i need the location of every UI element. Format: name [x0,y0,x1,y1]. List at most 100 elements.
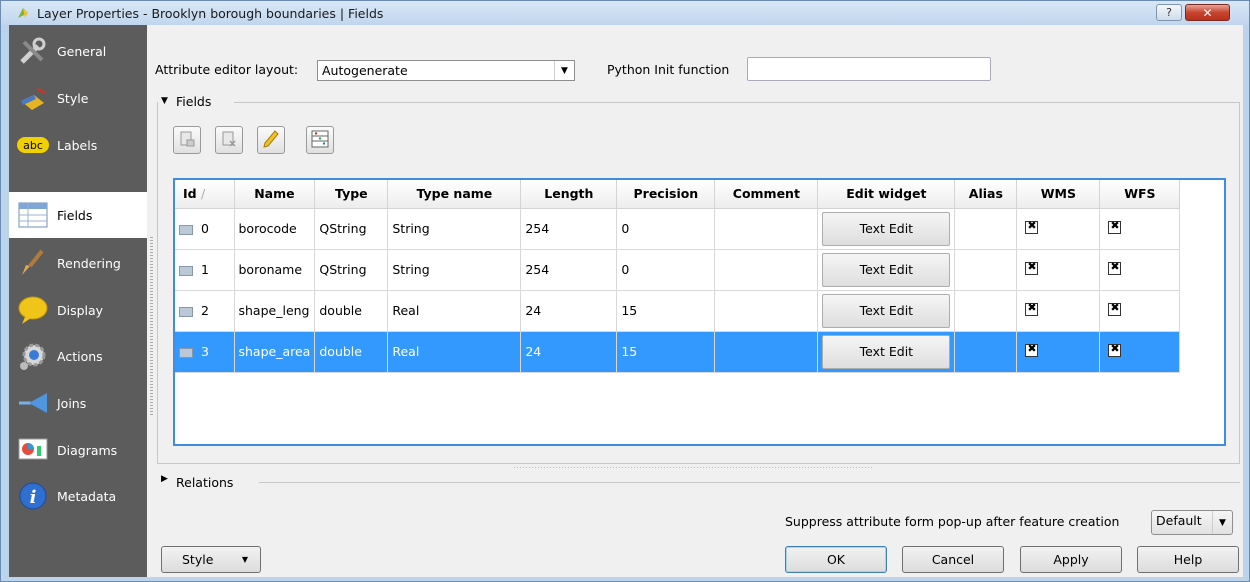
table-row[interactable]: 1 boroname QString String 254 0 Text Edi… [175,249,1181,291]
column-header-length[interactable]: Length [520,180,618,209]
row-length-cell[interactable]: 24 [520,331,618,373]
sidebar-item-metadata[interactable]: i Metadata [9,473,147,519]
row-name-cell[interactable]: boroname [234,249,316,291]
attribute-editor-layout-combo[interactable]: Autogenerate ▼ [317,60,575,81]
row-name-cell[interactable]: borocode [234,208,316,250]
row-type-cell[interactable]: double [314,290,389,332]
help-title-button[interactable]: ? [1156,4,1182,21]
sidebar-item-diagrams[interactable]: Diagrams [9,427,147,473]
suppress-popup-value: Default [1156,513,1202,528]
svg-text:abc: abc [23,139,43,152]
table-header-row: Id / Name Type Type name Length Precisio… [175,180,1181,209]
row-edit-widget-cell: Text Edit [817,208,956,250]
column-header-type[interactable]: Type [314,180,389,209]
row-type-cell[interactable]: QString [314,208,389,250]
ok-button[interactable]: OK [785,546,887,573]
table-row[interactable]: 0 borocode QString String 254 0 Text Edi… [175,208,1181,250]
edit-widget-button[interactable]: Text Edit [822,293,951,328]
row-type-cell[interactable]: QString [314,249,389,291]
metadata-icon: i [15,478,51,514]
sidebar-item-fields[interactable]: Fields [9,192,147,238]
cancel-button[interactable]: Cancel [902,546,1004,573]
row-type-name-cell[interactable]: Real [387,331,522,373]
row-type-name-cell[interactable]: String [387,208,522,250]
wfs-checkbox[interactable] [1108,342,1122,357]
row-wfs-cell [1099,249,1181,291]
row-type-name-cell[interactable]: String [387,249,522,291]
sidebar-item-style[interactable]: Style [9,75,147,121]
row-length-cell[interactable]: 24 [520,290,618,332]
column-header-comment[interactable]: Comment [714,180,819,209]
row-comment-cell[interactable] [714,208,819,250]
sidebar-item-display[interactable]: Display [9,287,147,333]
wfs-checkbox[interactable] [1108,219,1122,234]
column-header-id-label: Id [183,186,197,202]
sidebar-item-label: Actions [57,348,103,364]
sidebar-item-rendering[interactable]: Rendering [9,240,147,286]
help-button[interactable]: Help [1137,546,1239,573]
apply-button[interactable]: Apply [1020,546,1122,573]
suppress-popup-combo[interactable]: Default ▼ [1151,510,1233,535]
column-header-alias[interactable]: Alias [954,180,1018,209]
row-type-cell[interactable]: double [314,331,389,373]
row-name-cell[interactable]: shape_leng [234,290,316,332]
sidebar-item-actions[interactable]: Actions [9,333,147,379]
row-comment-cell[interactable] [714,249,819,291]
column-header-wfs[interactable]: WFS [1099,180,1181,209]
row-comment-cell[interactable] [714,290,819,332]
row-precision-cell[interactable]: 0 [616,208,716,250]
table-row[interactable]: 2 shape_leng double Real 24 15 Text Edit [175,290,1181,332]
edit-widget-button[interactable]: Text Edit [822,211,951,246]
splitter-handle[interactable] [514,467,874,468]
delete-field-icon [221,131,237,150]
wms-checkbox[interactable] [1025,219,1039,234]
pencil-icon [263,129,279,151]
sidebar-splitter-handle[interactable] [150,235,153,415]
diagrams-icon [15,432,51,468]
row-precision-cell[interactable]: 15 [616,290,716,332]
column-header-id[interactable]: Id / [175,180,235,209]
wms-checkbox[interactable] [1025,342,1039,357]
relations-expand-arrow-icon[interactable]: ▶ [161,474,168,484]
sidebar-item-label: Rendering [57,255,121,271]
style-menu-button[interactable]: Style ▼ [161,546,261,573]
svg-text:i: i [30,487,37,508]
field-calculator-button[interactable] [306,126,334,154]
sidebar-item-label: Metadata [57,488,117,504]
row-type-name-cell[interactable]: Real [387,290,522,332]
toggle-editing-button[interactable] [257,126,285,154]
sidebar-item-joins[interactable]: Joins [9,380,147,426]
column-header-precision[interactable]: Precision [616,180,716,209]
row-comment-cell[interactable] [714,331,819,373]
field-icon [179,224,193,235]
column-header-edit-widget[interactable]: Edit widget [817,180,956,209]
close-button[interactable]: ✕ [1185,4,1230,21]
edit-widget-button[interactable]: Text Edit [822,252,951,287]
wms-checkbox[interactable] [1025,260,1039,275]
row-length-cell[interactable]: 254 [520,208,618,250]
row-alias-cell[interactable] [954,290,1018,332]
delete-field-button[interactable] [215,126,243,154]
row-alias-cell[interactable] [954,208,1018,250]
wfs-checkbox[interactable] [1108,260,1122,275]
wfs-checkbox[interactable] [1108,301,1122,316]
row-length-cell[interactable]: 254 [520,249,618,291]
column-header-wms[interactable]: WMS [1016,180,1101,209]
sidebar: General Style abc Labels Fields Renderin… [9,25,147,577]
column-header-name[interactable]: Name [234,180,316,209]
row-precision-cell[interactable]: 0 [616,249,716,291]
column-header-type-name[interactable]: Type name [387,180,522,209]
sidebar-item-labels[interactable]: abc Labels [9,122,147,168]
table-row-selected[interactable]: 3 shape_area double Real 24 15 Text Edit [175,331,1181,373]
edit-widget-button[interactable]: Text Edit [822,334,951,369]
row-wms-cell [1016,290,1101,332]
row-name-cell[interactable]: shape_area [234,331,316,373]
row-alias-cell[interactable] [954,331,1018,373]
new-field-button[interactable] [173,126,201,154]
row-precision-cell[interactable]: 15 [616,331,716,373]
row-edit-widget-cell: Text Edit [817,249,956,291]
row-alias-cell[interactable] [954,249,1018,291]
python-init-function-input[interactable] [747,57,991,81]
sidebar-item-general[interactable]: General [9,28,147,74]
wms-checkbox[interactable] [1025,301,1039,316]
